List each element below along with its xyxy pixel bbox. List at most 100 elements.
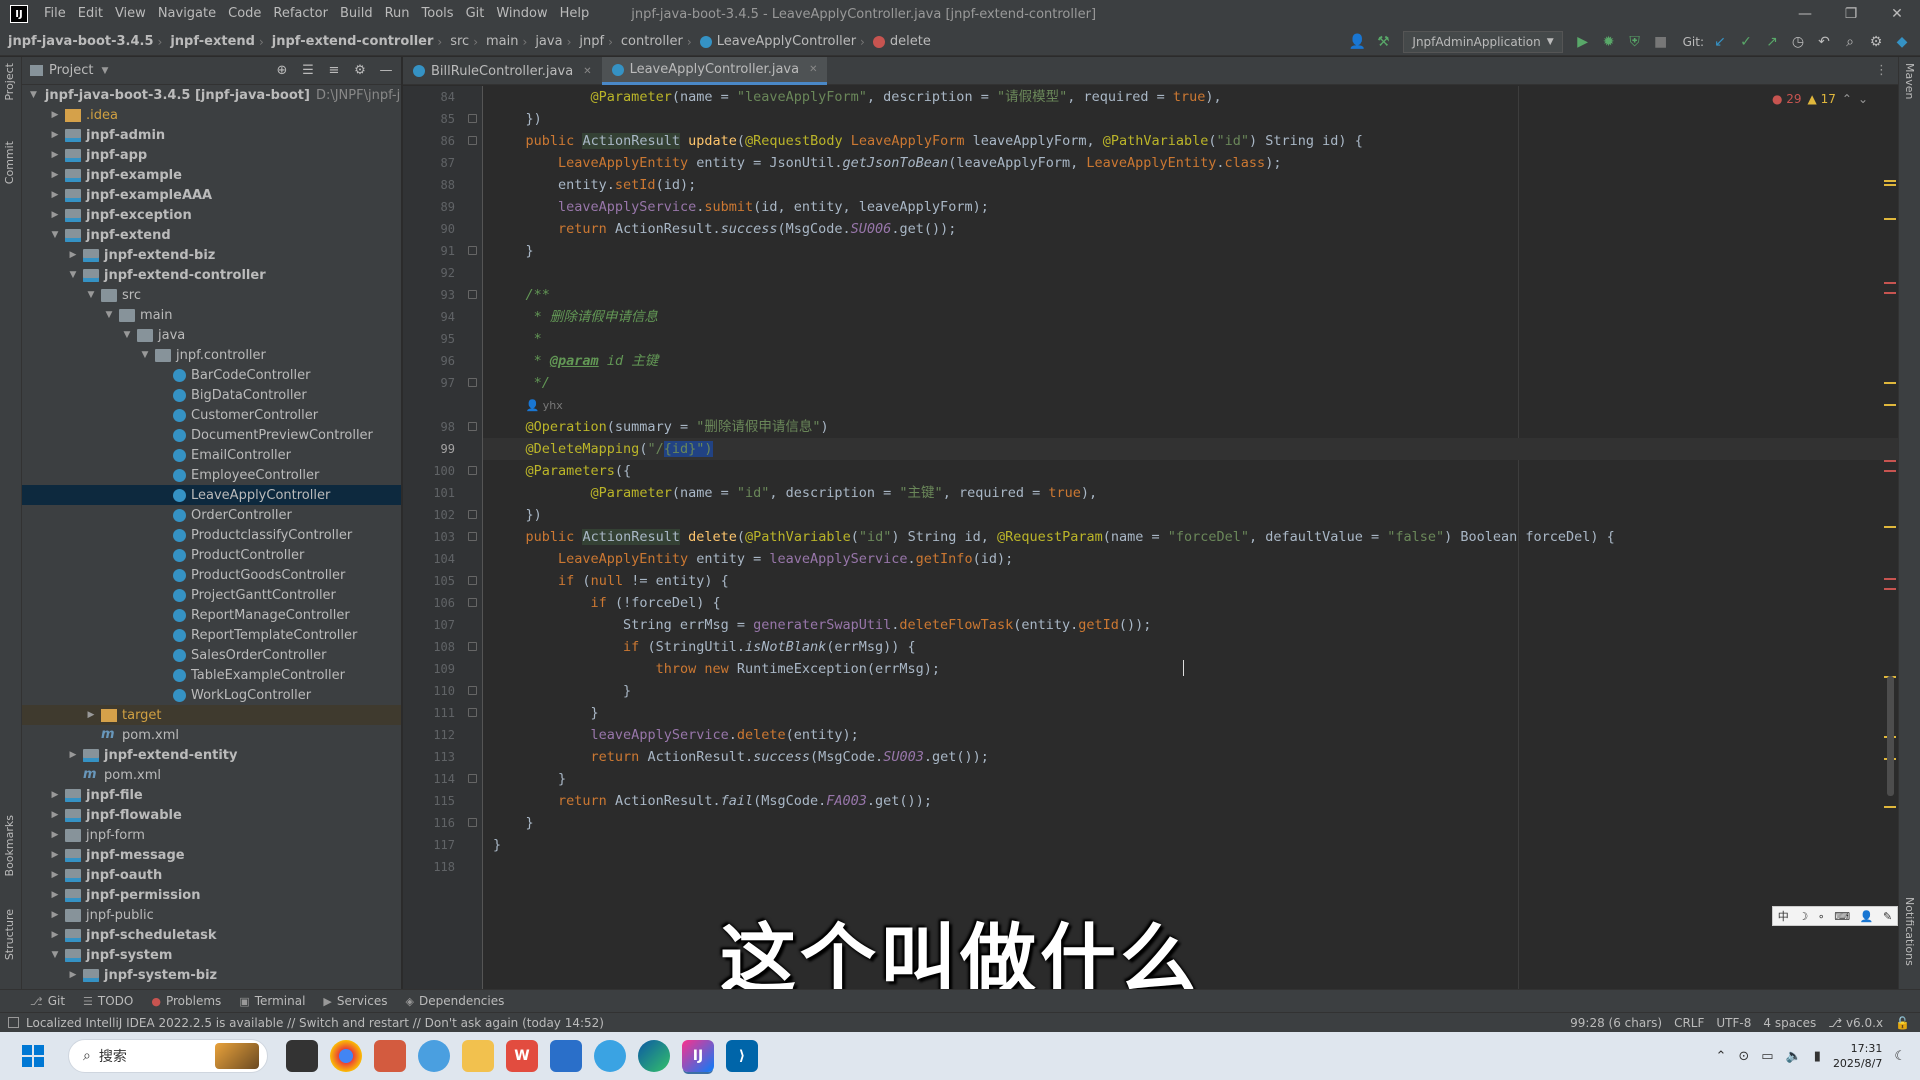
code-line[interactable]: } [493,240,534,262]
close-tab-icon[interactable]: ✕ [583,66,591,77]
tree-node[interactable]: EmailController [22,445,401,465]
tree-node[interactable]: ReportManageController [22,605,401,625]
chevron-right-icon[interactable]: ▶ [48,170,62,180]
settings-gear-icon[interactable]: ⚙ [1864,30,1888,54]
intellij-idea-icon[interactable]: IJ [682,1040,714,1072]
fold-toggle-icon[interactable] [468,246,477,255]
code-line[interactable]: @Parameter(name = "leaveApplyForm", desc… [493,86,1222,108]
tree-node[interactable]: ProjectGanttController [22,585,401,605]
chevron-right-icon[interactable]: ▶ [48,810,62,820]
code-line[interactable]: if (StringUtil.isNotBlank(errMsg)) { [493,636,916,658]
tool-window-todo[interactable]: ☰ TODO [83,994,133,1008]
display-icon[interactable]: ▭ [1761,1049,1773,1064]
locate-file-icon[interactable]: ⊕ [273,61,291,79]
menu-item-window[interactable]: Window [490,0,553,28]
tree-node[interactable]: ▶ .idea [22,105,401,125]
code-line[interactable]: @Operation(summary = "删除请假申请信息") [493,416,829,438]
chevron-down-icon[interactable]: ▼ [101,66,108,76]
scrollbar-marker[interactable] [1884,460,1896,462]
file-encoding[interactable]: UTF-8 [1716,1016,1751,1030]
tree-node[interactable]: ▼ src [22,285,401,305]
tree-node[interactable]: EmployeeController [22,465,401,485]
code-line[interactable]: }) [493,108,542,130]
menu-item-build[interactable]: Build [334,0,379,28]
fold-toggle-icon[interactable] [468,466,477,475]
code-line[interactable]: } [493,768,566,790]
coverage-icon[interactable]: ⛨ [1623,30,1647,54]
code-line[interactable]: entity.setId(id); [493,174,696,196]
fold-toggle-icon[interactable] [468,532,477,541]
ime-button[interactable]: 中 [1778,908,1789,924]
tree-node[interactable]: ▶ jnpf-exception [22,205,401,225]
chevron-right-icon[interactable]: ▶ [48,830,62,840]
tree-node[interactable]: ▶ jnpf-flowable [22,805,401,825]
code-line[interactable]: * 删除请假申请信息 [493,306,658,328]
chevron-right-icon[interactable]: ▶ [66,250,80,260]
tree-node[interactable]: ▶ jnpf-oauth [22,865,401,885]
caret-position[interactable]: 99:28 (6 chars) [1570,1016,1662,1030]
project-tool-tab[interactable]: Project [3,63,16,101]
code-line[interactable]: throw new RuntimeException(errMsg); [493,658,940,680]
menu-item-tools[interactable]: Tools [416,0,460,28]
hide-panel-icon[interactable]: — [377,61,395,79]
tree-node[interactable]: BigDataController [22,385,401,405]
editor-tab[interactable]: LeaveApplyController.java ✕ [601,57,828,85]
breadcrumb-item[interactable]: delete [865,34,935,49]
tree-node[interactable]: ▶ jnpf-extend-entity [22,745,401,765]
tree-node[interactable]: m pom.xml [22,725,401,745]
tool-window-problems[interactable]: ● Problems [151,994,221,1008]
code-line[interactable]: @Parameters({ [493,460,632,482]
fold-toggle-icon[interactable] [468,422,477,431]
code-editor[interactable]: 84 85 86 87 88 89 90 91 92 93 94 95 96 97 98 99 100 101 10… [403,86,1898,989]
chat-app-icon[interactable] [418,1040,450,1072]
fold-toggle-icon[interactable] [468,378,477,387]
search-icon[interactable]: ⌕ [1838,30,1862,54]
scrollbar-marker[interactable] [1884,806,1896,808]
tree-node[interactable]: ▼ jnpf-extend [22,225,401,245]
code-line[interactable]: } [493,702,599,724]
rollback-icon[interactable]: ↶ [1812,30,1836,54]
chevron-down-icon[interactable]: ▼ [102,310,116,320]
chevron-down-icon[interactable]: ▼ [48,230,62,240]
fold-toggle-icon[interactable] [468,290,477,299]
tool-window-services[interactable]: ▶ Services [323,994,387,1008]
code-line[interactable]: } [493,680,631,702]
breadcrumb-item[interactable]: controller [613,34,687,49]
breadcrumb-item[interactable]: jnpf [571,34,608,49]
run-icon[interactable]: ▶ [1571,30,1595,54]
notifications-moon-icon[interactable]: ☾ [1894,1049,1906,1064]
scrollbar-thumb[interactable] [1887,676,1894,796]
menu-item-edit[interactable]: Edit [72,0,109,28]
tool-window-git[interactable]: ⎇ Git [30,994,65,1008]
tree-node[interactable]: ▼ main [22,305,401,325]
restore-icon[interactable]: ❐ [1828,0,1874,28]
chevron-right-icon[interactable]: ▶ [84,710,98,720]
chevron-down-icon[interactable]: ▼ [66,270,80,280]
chrome-icon[interactable] [330,1040,362,1072]
tree-node[interactable]: m pom.xml [22,765,401,785]
ime-button[interactable]: ☽ [1798,910,1808,923]
code-line[interactable]: if (null != entity) { [493,570,729,592]
browser-icon[interactable] [594,1040,626,1072]
tree-node[interactable]: WorkLogController [22,685,401,705]
ime-button[interactable]: ∘ [1818,910,1825,923]
git-commit-icon[interactable]: ✓ [1734,30,1758,54]
history-icon[interactable]: ◷ [1786,30,1810,54]
breadcrumb-item[interactable]: jnpf-extend [162,34,259,49]
chevron-down-icon[interactable]: ⌄ [1858,92,1868,106]
user-icon[interactable]: 👤 [1345,30,1369,54]
breadcrumb-item[interactable]: main [478,34,522,49]
chevron-up-icon[interactable]: ⌃ [1842,92,1852,106]
jetbrains-logo-icon[interactable]: ◆ [1890,30,1914,54]
ime-button[interactable]: ✎ [1883,910,1892,923]
inspection-indicator[interactable]: ● 29 ▲ 17 ⌃ ⌄ [1772,92,1868,106]
tree-node[interactable]: ▼ java [22,325,401,345]
chevron-down-icon[interactable]: ▼ [84,290,98,300]
code-line[interactable]: @DeleteMapping("/{id}") [493,438,713,460]
tree-node[interactable]: ProductController [22,545,401,565]
build-hammer-icon[interactable]: ⚒ [1371,30,1395,54]
code-line[interactable]: */ [493,372,550,394]
chevron-right-icon[interactable]: ▶ [48,130,62,140]
fold-toggle-icon[interactable] [468,510,477,519]
status-message[interactable]: Localized IntelliJ IDEA 2022.2.5 is avai… [0,1016,604,1030]
